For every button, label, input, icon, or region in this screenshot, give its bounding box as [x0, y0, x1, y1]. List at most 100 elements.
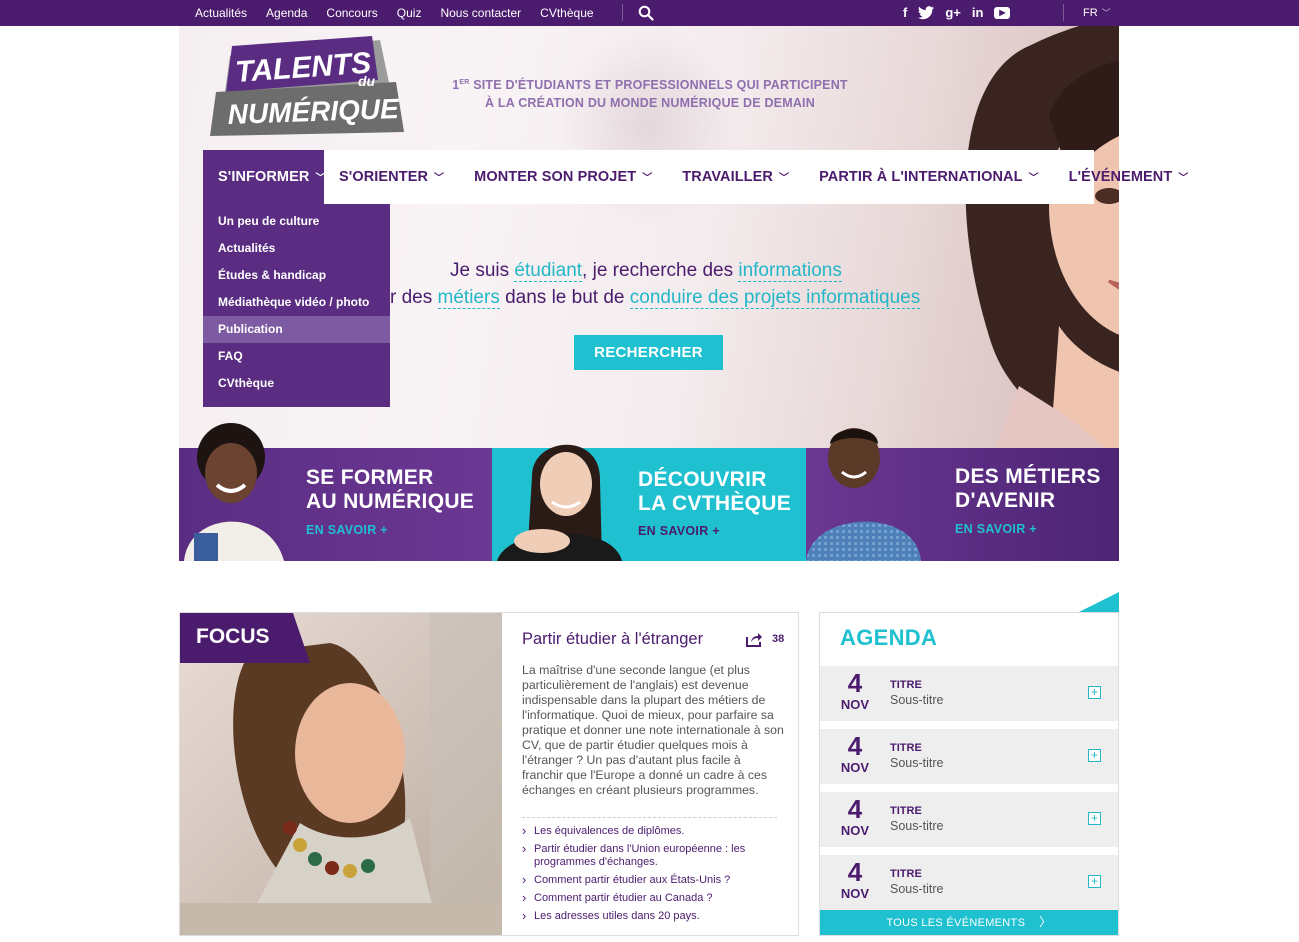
youtube-icon[interactable]: ▶ [994, 7, 1011, 19]
hero-line-2: r des métiers dans le but de conduire de… [390, 284, 921, 311]
banner-title-line1: SE FORMER [306, 466, 434, 489]
top-link-contact[interactable]: Nous contacter [440, 6, 521, 20]
top-divider [622, 4, 623, 21]
banner-more-link[interactable]: EN SAVOIR + [638, 524, 720, 538]
agenda-event[interactable]: 4 NOV TITRE Sous-titre + [820, 666, 1118, 721]
logo-text-numerique: NUMÉRIQUE [227, 93, 400, 130]
related-link[interactable]: Comment partir étudier aux États-Unis ? [522, 873, 784, 887]
keyword-selector-type[interactable]: informations [738, 260, 842, 282]
focus-divider [522, 817, 777, 818]
person-photo [497, 444, 622, 561]
site-logo[interactable]: TALENTS du NUMÉRIQUE [208, 36, 408, 140]
nav-label: S'ORIENTER [339, 169, 429, 185]
nav-international[interactable]: PARTIR À L'INTERNATIONAL ﹀ [804, 150, 1054, 204]
banner-title: DES MÉTIERS D'AVENIR [955, 465, 1101, 513]
nav-label: TRAVAILLER [682, 169, 773, 185]
dropdown-item-cvtheque[interactable]: CVthèque [203, 370, 390, 397]
top-link-agenda[interactable]: Agenda [266, 6, 307, 20]
dropdown-item-culture[interactable]: Un peu de culture [203, 208, 390, 235]
banner-more-link[interactable]: EN SAVOIR + [306, 523, 388, 537]
top-link-quiz[interactable]: Quiz [397, 6, 422, 20]
event-day: 4 [847, 668, 863, 698]
facebook-icon[interactable]: f [903, 0, 907, 26]
nav-travailler[interactable]: TRAVAILLER ﹀ [667, 150, 804, 204]
top-bar: Actualités Agenda Concours Quiz Nous con… [0, 0, 1299, 26]
chevron-down-icon: ﹀ [642, 173, 653, 184]
focus-article-body: La maîtrise d'une seconde langue (et plu… [522, 663, 784, 797]
search-icon[interactable] [638, 5, 654, 21]
share-icon[interactable] [745, 631, 763, 647]
event-day: 4 [847, 794, 863, 824]
chevron-down-icon: ﹀ [1101, 8, 1111, 18]
nav-sinformer[interactable]: S'INFORMER ﹀ [203, 150, 325, 204]
keyword-selector-goal[interactable]: conduire des projets informatiques [629, 287, 921, 309]
all-events-label: TOUS LES ÉVÉNEMENTS [886, 917, 1026, 929]
dropdown-item-mediatheque[interactable]: Médiathèque vidéo / photo [203, 289, 390, 316]
event-title: TITRE [890, 679, 922, 691]
expand-plus-icon[interactable]: + [1088, 812, 1101, 825]
chevron-down-icon: ﹀ [1178, 173, 1189, 184]
banner-title-line2: D'AVENIR [955, 489, 1056, 512]
focus-label: FOCUS [196, 625, 270, 648]
nav-evenement[interactable]: L'ÉVÉNEMENT ﹀ [1054, 150, 1204, 204]
linkedin-icon[interactable]: in [972, 0, 984, 26]
main-navigation: S'INFORMER ﹀ S'ORIENTER ﹀ MONTER SON PROJE… [203, 150, 1188, 204]
search-button[interactable]: RECHERCHER [574, 335, 723, 370]
agenda-event[interactable]: 4 NOV TITRE Sous-titre + [820, 855, 1118, 910]
dropdown-item-actualites[interactable]: Actualités [203, 235, 390, 262]
nav-monter-projet[interactable]: MONTER SON PROJET ﹀ [459, 150, 667, 204]
decorative-triangle [1079, 592, 1119, 612]
agenda-event[interactable]: 4 NOV TITRE Sous-titre + [820, 729, 1118, 784]
share-count: 38 [772, 633, 785, 645]
tagline-sup: ER [459, 79, 470, 86]
related-link[interactable]: Partir étudier dans l'Union européenne :… [522, 842, 784, 869]
banner-title-line1: DES MÉTIERS [955, 465, 1101, 488]
hero-text-part: r des [390, 287, 438, 308]
top-links: Actualités Agenda Concours Quiz Nous con… [195, 0, 613, 26]
nav-label: L'ÉVÉNEMENT [1068, 169, 1173, 185]
event-title: TITRE [890, 742, 922, 754]
all-events-button[interactable]: TOUS LES ÉVÉNEMENTS 〉 [820, 910, 1118, 935]
twitter-icon[interactable] [918, 6, 935, 20]
top-link-cvtheque[interactable]: CVthèque [540, 6, 593, 20]
top-link-concours[interactable]: Concours [326, 6, 377, 20]
banner-more-link[interactable]: EN SAVOIR + [955, 522, 1037, 536]
nav-dropdown-sinformer: Un peu de culture Actualités Études & ha… [203, 204, 390, 407]
expand-plus-icon[interactable]: + [1088, 686, 1101, 699]
person-photo [806, 428, 921, 561]
googleplus-icon[interactable]: g+ [945, 0, 961, 26]
event-title: TITRE [890, 868, 922, 880]
keyword-selector-profile[interactable]: étudiant [514, 260, 583, 282]
language-selector[interactable]: FR ﹀ [1083, 0, 1111, 26]
nav-label: S'INFORMER [218, 169, 310, 185]
related-link[interactable]: Les équivalences de diplômes. [522, 824, 784, 838]
event-month: NOV [840, 697, 870, 712]
related-link[interactable]: Comment partir étudier au Canada ? [522, 891, 784, 905]
expand-plus-icon[interactable]: + [1088, 749, 1101, 762]
event-day: 4 [847, 857, 863, 887]
nav-label: MONTER SON PROJET [474, 169, 637, 185]
dropdown-item-faq[interactable]: FAQ [203, 343, 390, 370]
agenda-event[interactable]: 4 NOV TITRE Sous-titre + [820, 792, 1118, 847]
nav-sorienter[interactable]: S'ORIENTER ﹀ [324, 150, 459, 204]
top-link-actualites[interactable]: Actualités [195, 6, 247, 20]
focus-article-title[interactable]: Partir étudier à l'étranger [522, 630, 703, 649]
tagline-line2: À LA CRÉATION DU MONDE NUMÉRIQUE DE DEMA… [485, 96, 815, 111]
banner-title: SE FORMER AU NUMÉRIQUE [306, 466, 474, 514]
hero-photo-woman [965, 26, 1119, 448]
tagline-line1: SITE D'ÉTUDIANTS ET PROFESSIONNELS QUI P… [469, 78, 848, 93]
nav-label: PARTIR À L'INTERNATIONAL [819, 169, 1023, 185]
agenda-heading: AGENDA [840, 625, 938, 650]
dropdown-item-publication[interactable]: Publication [203, 316, 390, 343]
banner-se-former[interactable]: SE FORMER AU NUMÉRIQUE EN SAVOIR + [179, 423, 492, 561]
related-link[interactable]: Les adresses utiles dans 20 pays. [522, 909, 784, 923]
event-month: NOV [840, 886, 870, 901]
banner-cvtheque[interactable]: DÉCOUVRIR LA CVTHÈQUE EN SAVOIR + [492, 444, 806, 561]
keyword-selector-domain[interactable]: métiers [437, 287, 500, 309]
dropdown-item-handicap[interactable]: Études & handicap [203, 262, 390, 289]
expand-plus-icon[interactable]: + [1088, 875, 1101, 888]
focus-related-links: Les équivalences de diplômes. Partir étu… [522, 824, 784, 928]
social-links: f g+ in ▶ [903, 0, 1021, 26]
chevron-down-icon: ﹀ [1028, 173, 1039, 184]
banner-metiers-avenir[interactable]: DES MÉTIERS D'AVENIR EN SAVOIR + [806, 428, 1119, 561]
